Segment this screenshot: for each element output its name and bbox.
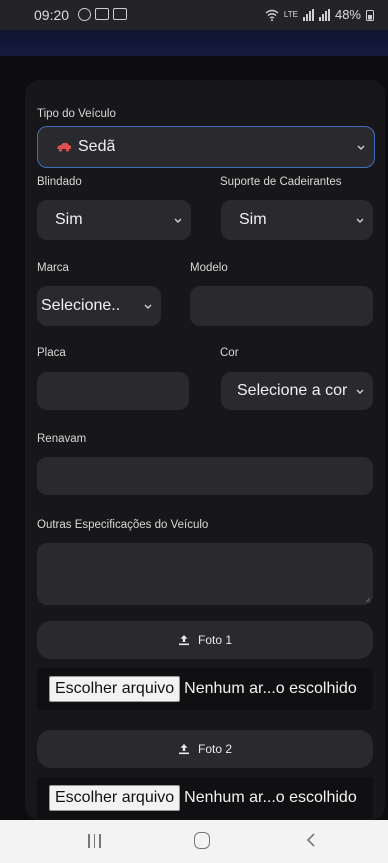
blindado-label: Blindado (37, 176, 82, 188)
chevron-down-icon (356, 218, 364, 223)
foto1-label: Foto 1 (197, 633, 233, 647)
chevron-down-icon (356, 389, 364, 394)
upload-icon (178, 744, 189, 755)
tipo-label: Tipo do Veículo (37, 108, 116, 120)
suporte-label: Suporte de Cadeirantes (220, 176, 342, 188)
system-nav-bar (0, 820, 388, 863)
car-icon (57, 143, 71, 152)
home-icon[interactable] (194, 832, 210, 849)
choose-file-button[interactable]: Escolher arquivo (49, 676, 181, 702)
recents-icon[interactable] (88, 834, 101, 848)
blindado-select[interactable]: Sim (37, 200, 191, 240)
signal-icon (302, 8, 314, 21)
network-type: LTE (283, 10, 298, 19)
foto2-label: Foto 2 (197, 742, 233, 756)
resize-handle-icon[interactable] (365, 597, 371, 603)
placa-label: Placa (37, 347, 66, 359)
foto2-button[interactable]: Foto 2 (37, 730, 373, 768)
status-time: 09:20 (34, 7, 70, 23)
chevron-down-icon (357, 145, 365, 150)
foto1-button[interactable]: Foto 1 (37, 621, 373, 659)
suporte-select[interactable]: Sim (221, 200, 373, 240)
tipo-select[interactable]: Sedã (37, 126, 375, 168)
renavam-label: Renavam (37, 433, 87, 445)
cor-value: Selecione a cor (237, 382, 348, 399)
upload-icon (178, 635, 189, 646)
chevron-down-icon (174, 218, 182, 223)
app-header (0, 30, 388, 56)
placa-input[interactable] (37, 372, 189, 410)
file-status: Nenhum ar...o escolhido (184, 789, 357, 806)
cor-select[interactable]: Selecione a cor (221, 372, 373, 410)
modelo-label: Modelo (190, 262, 228, 274)
suporte-value: Sim (239, 211, 267, 228)
wifi-icon (265, 9, 279, 21)
foto1-file-input[interactable]: Escolher arquivo Nenhum ar...o escolhido (37, 668, 373, 710)
battery-percent: 48% (334, 7, 361, 22)
tipo-value: Sedã (78, 138, 116, 155)
whatsapp-icon (78, 8, 91, 21)
outras-textarea[interactable] (37, 543, 373, 605)
cor-label: Cor (220, 347, 239, 359)
modelo-input[interactable] (190, 286, 373, 326)
foto2-file-input[interactable]: Escolher arquivo Nenhum ar...o escolhido (37, 777, 373, 819)
marca-label: Marca (37, 262, 69, 274)
notification-icons (78, 8, 127, 21)
marca-select[interactable]: Selecione.. (37, 286, 161, 326)
status-right: LTE 48% (265, 7, 374, 22)
signal-icon (318, 8, 330, 21)
file-status: Nenhum ar...o escolhido (184, 680, 357, 697)
choose-file-button[interactable]: Escolher arquivo (49, 785, 181, 811)
chevron-down-icon (144, 304, 152, 309)
battery-icon (366, 9, 374, 21)
status-bar: 09:20 LTE 48% (0, 0, 388, 30)
notification-icon (95, 8, 109, 20)
blindado-value: Sim (55, 211, 83, 228)
renavam-input[interactable] (37, 457, 373, 495)
outras-label: Outras Especificações do Veículo (37, 519, 209, 531)
back-icon[interactable] (306, 832, 316, 848)
marca-value: Selecione.. (41, 297, 121, 314)
notification-icon (113, 8, 127, 20)
